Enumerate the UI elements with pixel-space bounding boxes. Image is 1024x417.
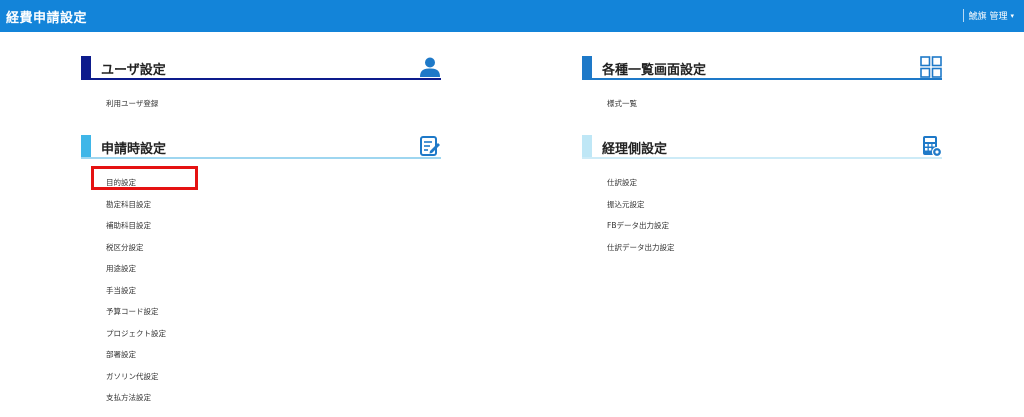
- link-item[interactable]: プロジェクト設定: [106, 328, 441, 350]
- section-user-settings: ユーザ設定 利用ユーザ登録: [81, 56, 441, 120]
- link-text[interactable]: プロジェクト設定: [106, 329, 166, 338]
- top-navbar: 経費申請設定 鯱旗 管理 ▾: [0, 0, 1024, 32]
- section-accent-bar: [582, 135, 592, 158]
- user-icon: [420, 57, 440, 77]
- grid-icon: [920, 56, 942, 78]
- link-text[interactable]: 仕訳設定: [607, 178, 637, 187]
- highlight-annotation: [91, 166, 198, 190]
- section-accent-bar: [81, 135, 91, 158]
- link-text[interactable]: 支払方法設定: [106, 393, 151, 402]
- link-item[interactable]: 勘定科目設定: [106, 199, 441, 221]
- link-list: 様式一覧: [582, 98, 942, 120]
- chevron-down-icon: ▾: [1010, 11, 1014, 20]
- link-text[interactable]: 仕訳データ出力設定: [607, 243, 675, 252]
- link-item[interactable]: 仕訳データ出力設定: [607, 242, 942, 264]
- link-item[interactable]: 様式一覧: [607, 98, 942, 120]
- app-title: 経費申請設定: [6, 11, 88, 26]
- section-accent-bar: [582, 56, 592, 79]
- link-list: 目的設定 勘定科目設定 補助科目設定 税区分設定 用途設定 手当設定 予算コード…: [81, 177, 441, 414]
- link-list: 仕訳設定 振込元設定 FBデータ出力設定 仕訳データ出力設定: [582, 177, 942, 263]
- section-title: ユーザ設定: [101, 63, 166, 78]
- link-text[interactable]: 利用ユーザ登録: [106, 99, 158, 108]
- link-item[interactable]: 利用ユーザ登録: [106, 98, 441, 120]
- section-accent-bar: [81, 56, 91, 79]
- link-item[interactable]: 仕訳設定: [607, 177, 942, 199]
- section-underline: [582, 157, 942, 159]
- calculator-icon: [923, 136, 942, 157]
- link-text[interactable]: 部署設定: [106, 350, 136, 359]
- section-header: 各種一覧画面設定: [582, 56, 942, 82]
- link-item[interactable]: 補助科目設定: [106, 220, 441, 242]
- section-underline: [81, 157, 441, 159]
- link-item[interactable]: 予算コード設定: [106, 306, 441, 328]
- link-text[interactable]: FBデータ出力設定: [607, 221, 669, 230]
- section-header: ユーザ設定: [81, 56, 441, 82]
- link-text[interactable]: 様式一覧: [607, 99, 637, 108]
- section-underline: [81, 78, 441, 80]
- link-text[interactable]: 用途設定: [106, 264, 136, 273]
- link-item[interactable]: 支払方法設定: [106, 392, 441, 414]
- link-item[interactable]: 用途設定: [106, 263, 441, 285]
- link-item[interactable]: 部署設定: [106, 349, 441, 371]
- section-header: 申請時設定: [81, 135, 441, 161]
- link-list: 利用ユーザ登録: [81, 98, 441, 120]
- edit-document-icon: [420, 136, 440, 156]
- section-header: 経理側設定: [582, 135, 942, 161]
- section-accounting-settings: 経理側設定 仕訳設定 振込元設定 FBデータ出力設定 仕訳データ出力設定: [582, 135, 942, 263]
- link-item[interactable]: 税区分設定: [106, 242, 441, 264]
- link-text[interactable]: ガソリン代設定: [106, 372, 159, 381]
- link-text[interactable]: 予算コード設定: [106, 307, 159, 316]
- link-item[interactable]: ガソリン代設定: [106, 371, 441, 393]
- link-text[interactable]: 振込元設定: [607, 200, 645, 209]
- link-text[interactable]: 税区分設定: [106, 243, 144, 252]
- section-title: 各種一覧画面設定: [602, 63, 707, 78]
- section-title: 経理側設定: [602, 142, 668, 157]
- link-text[interactable]: 補助科目設定: [106, 221, 151, 230]
- section-title: 申請時設定: [101, 142, 167, 157]
- link-text[interactable]: 手当設定: [106, 286, 136, 295]
- link-item[interactable]: 手当設定: [106, 285, 441, 307]
- user-name: 鯱旗 管理: [968, 12, 1008, 22]
- link-item[interactable]: FBデータ出力設定: [607, 220, 942, 242]
- user-menu-dropdown[interactable]: 鯱旗 管理 ▾: [962, 9, 1014, 22]
- link-text[interactable]: 勘定科目設定: [106, 200, 151, 209]
- section-underline: [582, 78, 942, 80]
- link-item[interactable]: 振込元設定: [607, 199, 942, 221]
- section-list-screen-settings: 各種一覧画面設定 様式一覧: [582, 56, 942, 120]
